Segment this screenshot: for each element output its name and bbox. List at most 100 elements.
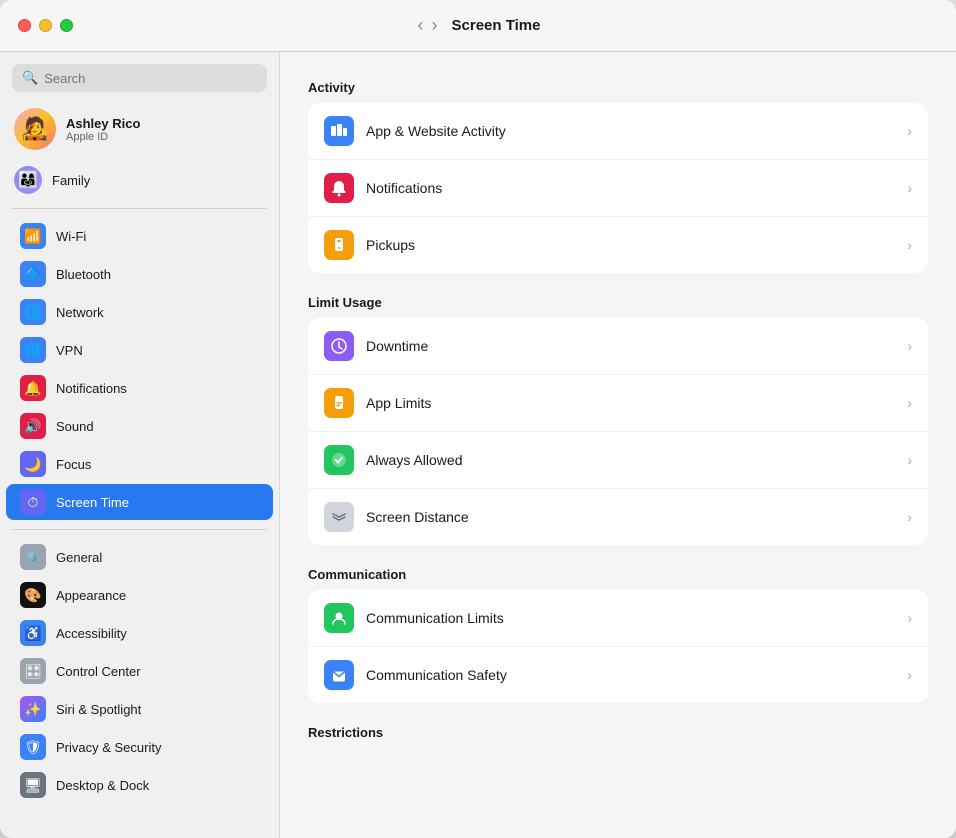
privacy-icon: 🛡 <box>20 734 46 760</box>
limit-card: Downtime › App Limits › Always Allowed › <box>308 318 928 545</box>
chevron-icon: › <box>907 338 912 354</box>
main-content: Activity App & Website Activity › Notifi… <box>280 52 956 772</box>
sidebar: 🔍 🧑‍🎤 Ashley Rico Apple ID 👨‍👩‍👧 Family … <box>0 0 280 838</box>
row-downtime[interactable]: Downtime › <box>308 318 928 375</box>
always-allowed-label: Always Allowed <box>366 452 895 468</box>
comm-safety-icon <box>324 660 354 690</box>
bluetooth-icon: 🔷 <box>20 261 46 287</box>
nav-arrows: ‹ › <box>416 15 440 36</box>
row-notifications[interactable]: Notifications › <box>308 160 928 217</box>
activity-card: App & Website Activity › Notifications ›… <box>308 103 928 273</box>
row-screen-distance[interactable]: Screen Distance › <box>308 489 928 545</box>
search-bar[interactable]: 🔍 <box>12 64 267 92</box>
notifications-row-icon <box>324 173 354 203</box>
family-avatar: 👨‍👩‍👧 <box>14 166 42 194</box>
app-limits-label: App Limits <box>366 395 895 411</box>
desktop-icon: 🖥 <box>20 772 46 798</box>
user-section[interactable]: 🧑‍🎤 Ashley Rico Apple ID <box>0 100 279 160</box>
main-content-area: Activity App & Website Activity › Notifi… <box>280 0 956 838</box>
maximize-button[interactable] <box>60 19 73 32</box>
app-website-icon <box>324 116 354 146</box>
chevron-icon: › <box>907 180 912 196</box>
chevron-icon: › <box>907 509 912 525</box>
downtime-icon <box>324 331 354 361</box>
forward-button[interactable]: › <box>430 15 440 36</box>
comm-safety-label: Communication Safety <box>366 667 895 683</box>
section-header-restrictions: Restrictions <box>308 725 928 740</box>
row-pickups[interactable]: Pickups › <box>308 217 928 273</box>
sidebar-item-desktop[interactable]: 🖥 Desktop & Dock <box>6 767 273 803</box>
sidebar-item-wifi[interactable]: 📶 Wi-Fi <box>6 218 273 254</box>
pickups-icon <box>324 230 354 260</box>
back-button[interactable]: ‹ <box>416 15 426 36</box>
close-button[interactable] <box>18 19 31 32</box>
notifications-row-label: Notifications <box>366 180 895 196</box>
sidebar-item-accessibility[interactable]: ♿ Accessibility <box>6 615 273 651</box>
sidebar-item-family[interactable]: 👨‍👩‍👧 Family <box>0 160 279 200</box>
wifi-icon: 📶 <box>20 223 46 249</box>
screentime-icon: ⏱ <box>20 489 46 515</box>
siri-icon: ✨ <box>20 696 46 722</box>
sidebar-item-siri[interactable]: ✨ Siri & Spotlight <box>6 691 273 727</box>
user-sub: Apple ID <box>66 131 140 143</box>
downtime-label: Downtime <box>366 338 895 354</box>
sidebar-item-bluetooth[interactable]: 🔷 Bluetooth <box>6 256 273 292</box>
network-icon: 🌐 <box>20 299 46 325</box>
sidebar-item-privacy[interactable]: 🛡 Privacy & Security <box>6 729 273 765</box>
sidebar-item-sound[interactable]: 🔊 Sound <box>6 408 273 444</box>
sidebar-item-general[interactable]: ⚙️ General <box>6 539 273 575</box>
sidebar-label-desktop: Desktop & Dock <box>56 778 149 793</box>
sidebar-divider <box>12 208 267 209</box>
row-app-limits[interactable]: App Limits › <box>308 375 928 432</box>
row-app-website[interactable]: App & Website Activity › <box>308 103 928 160</box>
chevron-icon: › <box>907 395 912 411</box>
chevron-icon: › <box>907 610 912 626</box>
title-bar-center: ‹ › Screen Time <box>416 15 541 36</box>
search-icon: 🔍 <box>22 70 38 86</box>
sidebar-label-general: General <box>56 550 102 565</box>
sidebar-label-appearance: Appearance <box>56 588 126 603</box>
screen-distance-label: Screen Distance <box>366 509 895 525</box>
minimize-button[interactable] <box>39 19 52 32</box>
comm-limits-label: Communication Limits <box>366 610 895 626</box>
sidebar-item-appearance[interactable]: 🎨 Appearance <box>6 577 273 613</box>
sidebar-item-vpn[interactable]: 🌐 VPN <box>6 332 273 368</box>
row-always-allowed[interactable]: Always Allowed › <box>308 432 928 489</box>
controlcenter-icon: 🎛 <box>20 658 46 684</box>
sidebar-label-focus: Focus <box>56 457 91 472</box>
window-title: Screen Time <box>452 17 541 34</box>
main-window: ‹ › Screen Time 🔍 🧑‍🎤 Ashley Rico Apple … <box>0 0 956 838</box>
focus-icon: 🌙 <box>20 451 46 477</box>
sidebar-label-privacy: Privacy & Security <box>56 740 161 755</box>
pickups-label: Pickups <box>366 237 895 253</box>
row-comm-limits[interactable]: Communication Limits › <box>308 590 928 647</box>
vpn-icon: 🌐 <box>20 337 46 363</box>
sidebar-item-notifications[interactable]: 🔔 Notifications <box>6 370 273 406</box>
sidebar-label-wifi: Wi-Fi <box>56 229 86 244</box>
sidebar-label-vpn: VPN <box>56 343 83 358</box>
app-limits-icon <box>324 388 354 418</box>
sidebar-label-bluetooth: Bluetooth <box>56 267 111 282</box>
family-label: Family <box>52 173 90 188</box>
appearance-icon: 🎨 <box>20 582 46 608</box>
accessibility-icon: ♿ <box>20 620 46 646</box>
sidebar-item-controlcenter[interactable]: 🎛 Control Center <box>6 653 273 689</box>
general-icon: ⚙️ <box>20 544 46 570</box>
comm-limits-icon <box>324 603 354 633</box>
communication-card: Communication Limits › Communication Saf… <box>308 590 928 703</box>
sidebar-item-focus[interactable]: 🌙 Focus <box>6 446 273 482</box>
sidebar-item-network[interactable]: 🌐 Network <box>6 294 273 330</box>
sidebar-item-screentime[interactable]: ⏱ Screen Time <box>6 484 273 520</box>
sidebar-divider-2 <box>12 529 267 530</box>
sound-icon: 🔊 <box>20 413 46 439</box>
search-input[interactable] <box>44 71 257 86</box>
sidebar-label-screentime: Screen Time <box>56 495 129 510</box>
app-website-label: App & Website Activity <box>366 123 895 139</box>
title-bar: ‹ › Screen Time <box>0 0 956 52</box>
user-name: Ashley Rico <box>66 116 140 131</box>
section-header-activity: Activity <box>308 80 928 95</box>
sidebar-label-network: Network <box>56 305 104 320</box>
chevron-icon: › <box>907 237 912 253</box>
avatar: 🧑‍🎤 <box>14 108 56 150</box>
row-comm-safety[interactable]: Communication Safety › <box>308 647 928 703</box>
